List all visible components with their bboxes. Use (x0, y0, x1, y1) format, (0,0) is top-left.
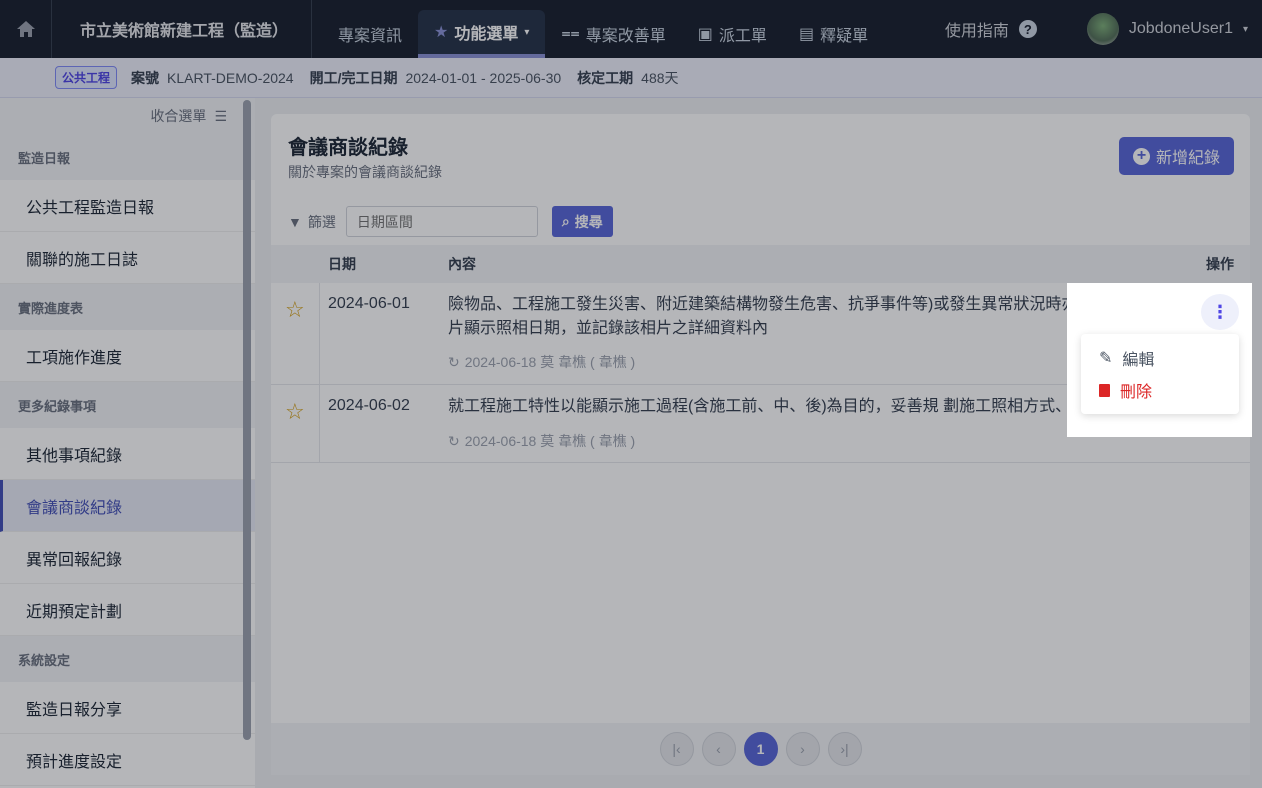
home-button[interactable] (0, 0, 52, 58)
sidebar-item[interactable]: 預計進度設定 (0, 734, 255, 786)
table-header: 日期 內容 操作 (271, 245, 1250, 283)
sidebar-scrollbar[interactable] (243, 100, 251, 740)
section-title: 系統設定 (0, 636, 255, 682)
main-card: 會議商談紀錄 關於專案的會議商談紀錄 + 新增紀錄 ▼ 篩選 ⌕搜尋 日期 內容 操… (271, 114, 1250, 775)
menu-icon: ☰ (214, 107, 227, 124)
sidebar-item[interactable]: 其他事項紀錄 (0, 428, 255, 480)
col-actions: 操作 (1206, 256, 1234, 272)
guide-link[interactable]: 使用指南 (945, 17, 1009, 41)
trash-icon (1099, 383, 1110, 397)
filter-bar: ▼ 篩選 ⌕搜尋 (288, 206, 613, 237)
delete-label: 刪除 (1120, 384, 1153, 401)
row-content: 險物品、工程施工發生災害、附近建築結構物發生危害、抗爭事件等)或發生異常狀況時亦… (448, 296, 1174, 337)
case-value: KLART-DEMO-2024 (167, 69, 294, 86)
nav-function-menu[interactable]: ★ 功能選單 ▾ (418, 10, 546, 58)
nav-improvement[interactable]: ⩵ 專案改善單 (545, 10, 681, 58)
row-actions-menu: ✎ 編輯 刪除 (1081, 334, 1239, 414)
sidebar-item[interactable]: 關聯的施工日誌 (0, 232, 255, 284)
meta-text: 2024-06-18 莫 韋樵 ( 韋樵 ) (464, 433, 636, 449)
checklist-icon: ⩵ (561, 25, 580, 42)
home-icon (16, 21, 35, 37)
history-icon: ↻ (448, 432, 460, 449)
sidebar-item[interactable]: 工項施作進度 (0, 330, 255, 382)
collapse-label: 收合選單 (150, 108, 207, 124)
star-icon: ★ (434, 24, 449, 41)
period-label: 核定工期 (577, 69, 634, 86)
dates-label: 開工/完工日期 (309, 69, 398, 86)
filter-icon: ▼ (288, 213, 302, 230)
nav-dispatch[interactable]: ▣ 派工單 (682, 10, 783, 58)
sidebar-item[interactable]: 異常回報紀錄 (0, 532, 255, 584)
first-page-button[interactable]: |‹ (659, 732, 694, 766)
type-badge: 公共工程 (55, 66, 118, 89)
help-icon: ? (1018, 20, 1037, 38)
filter-label: 篩選 (307, 213, 336, 230)
search-icon: ⌕ (561, 213, 570, 229)
history-icon: ↻ (448, 353, 460, 370)
edit-label: 編輯 (1122, 352, 1155, 369)
sidebar-item[interactable]: 近期預定計劃 (0, 584, 255, 636)
section-title: 監造日報 (0, 134, 255, 180)
dates-value: 2024-01-01 - 2025-06-30 (405, 69, 562, 86)
page-subtitle: 關於專案的會議商談紀錄 (288, 164, 442, 180)
page-button[interactable]: 1 (743, 732, 778, 766)
section-title: 實際進度表 (0, 284, 255, 330)
period-value: 488天 (641, 69, 679, 86)
last-page-button[interactable]: ›| (827, 732, 862, 766)
badge-icon: ▣ (697, 26, 713, 43)
chat-icon: ▤ (798, 26, 815, 43)
plus-circle-icon: + (1132, 147, 1150, 165)
row-meta: ↻ 2024-06-18 莫 韋樵 ( 韋樵 ) (448, 352, 635, 372)
date-range-input[interactable] (345, 206, 538, 237)
star-icon[interactable]: ☆ (285, 297, 305, 323)
caret-down-icon: ▾ (1242, 23, 1248, 35)
add-label: 新增紀錄 (1155, 150, 1220, 167)
search-button[interactable]: ⌕ 搜尋 (551, 206, 613, 237)
col-content: 內容 (448, 256, 476, 272)
section-title: 更多紀錄事項 (0, 382, 255, 428)
case-label: 案號 (131, 69, 160, 86)
more-actions-button[interactable]: ⋮ (1201, 294, 1239, 330)
nav-label: 功能選單 (454, 26, 519, 43)
row-date: 2024-06-02 (328, 397, 410, 414)
nav-label: 專案資訊 (338, 28, 403, 45)
row-date: 2024-06-01 (328, 295, 410, 312)
add-record-button[interactable]: + 新增紀錄 (1118, 137, 1234, 175)
prev-page-button[interactable]: ‹ (701, 732, 736, 766)
sidebar-item[interactable]: 監造日報分享 (0, 682, 255, 734)
project-title[interactable]: 市立美術館新建工程（監造） (52, 0, 312, 58)
project-info-bar: 公共工程 案號 KLART-DEMO-2024 開工/完工日期 2024-01-01… (0, 58, 1262, 98)
top-nav: 市立美術館新建工程（監造） 專案資訊 ★ 功能選單 ▾ ⩵ 專案改善單 ▣ 派工單 ▤ 釋… (0, 0, 1262, 58)
nav-clarification[interactable]: ▤ 釋疑單 (783, 10, 884, 58)
page-title: 會議商談紀錄 (288, 137, 408, 159)
pagination: |‹ ‹ 1 › ›| (271, 723, 1250, 775)
nav-label: 派工單 (718, 28, 767, 45)
pencil-icon: ✎ (1099, 350, 1113, 367)
nav-label: 釋疑單 (820, 28, 869, 45)
col-date: 日期 (328, 256, 356, 272)
menu-item-edit[interactable]: ✎ 編輯 (1081, 342, 1239, 374)
sidebar: 收合選單 ☰ 監造日報 公共工程監造日報 關聯的施工日誌 實際進度表 工項施作進度… (0, 98, 255, 788)
next-page-button[interactable]: › (785, 732, 820, 766)
menu-item-delete[interactable]: 刪除 (1081, 374, 1239, 406)
nav-project-info[interactable]: 專案資訊 (322, 10, 418, 58)
sidebar-item-active[interactable]: 會議商談紀錄 (0, 480, 255, 532)
search-label: 搜尋 (574, 213, 603, 230)
user-menu[interactable]: JobdoneUser1 (1129, 20, 1233, 38)
nav-label: 專案改善單 (585, 28, 666, 45)
meta-text: 2024-06-18 莫 韋樵 ( 韋樵 ) (464, 354, 636, 370)
collapse-menu-button[interactable]: 收合選單 ☰ (0, 98, 255, 134)
sidebar-item[interactable]: 公共工程監造日報 (0, 180, 255, 232)
star-icon[interactable]: ☆ (285, 399, 305, 425)
avatar[interactable] (1086, 13, 1119, 45)
row-meta: ↻ 2024-06-18 莫 韋樵 ( 韋樵 ) (448, 431, 635, 451)
caret-down-icon: ▾ (524, 26, 530, 38)
